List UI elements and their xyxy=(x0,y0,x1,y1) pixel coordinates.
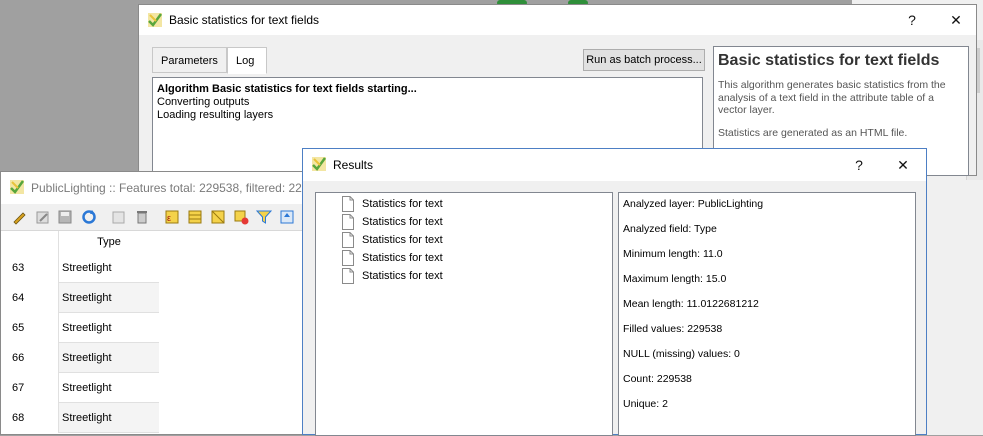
cell-type[interactable]: Streetlight xyxy=(58,343,159,373)
output-line: Analyzed field: Type xyxy=(623,223,717,235)
row-index: 64 xyxy=(12,292,25,304)
document-icon xyxy=(342,196,354,212)
dialog-titlebar: Basic statistics for text fields ? ✕ xyxy=(139,5,976,35)
results-dialog: Results ? ✕ Statistics for text Statisti… xyxy=(302,148,927,436)
invert-selection-icon[interactable] xyxy=(210,209,226,225)
results-titlebar: Results ? ✕ xyxy=(303,149,926,181)
row-index: 68 xyxy=(12,412,25,424)
cell-type[interactable]: Streetlight xyxy=(58,283,159,313)
list-item-label: Statistics for text xyxy=(362,234,443,246)
table-row[interactable]: 63 Streetlight xyxy=(1,253,159,283)
row-index: 63 xyxy=(12,262,25,274)
output-line: Analyzed layer: PublicLighting xyxy=(623,198,764,210)
table-row[interactable]: 66 Streetlight xyxy=(1,343,159,373)
output-line: Filled values: 229538 xyxy=(623,323,723,335)
document-icon xyxy=(342,268,354,284)
move-selection-top-icon[interactable] xyxy=(279,209,295,225)
row-index: 67 xyxy=(12,382,25,394)
output-line: Unique: 2 xyxy=(623,398,668,410)
save-icon[interactable] xyxy=(57,209,73,225)
row-index: 65 xyxy=(12,322,25,334)
qgis-icon xyxy=(10,180,25,194)
run-batch-button[interactable]: Run as batch process... xyxy=(583,49,705,71)
output-line: Minimum length: 11.0 xyxy=(623,248,723,260)
add-feature-icon[interactable] xyxy=(111,209,127,225)
pencil-icon[interactable] xyxy=(11,209,27,225)
deselect-icon[interactable] xyxy=(233,209,249,225)
column-header-row: Type xyxy=(1,231,159,253)
help-description: This algorithm generates basic statistic… xyxy=(718,79,946,116)
qgis-icon xyxy=(148,13,163,27)
document-icon xyxy=(342,250,354,266)
table-row[interactable]: 64 Streetlight xyxy=(1,283,159,313)
document-icon xyxy=(342,232,354,248)
list-item[interactable]: Statistics for text xyxy=(342,195,443,213)
log-line: Algorithm Basic statistics for text fiel… xyxy=(157,83,417,95)
list-item[interactable]: Statistics for text xyxy=(342,231,443,249)
cell-type[interactable]: Streetlight xyxy=(58,373,159,403)
list-item[interactable]: Statistics for text xyxy=(342,213,443,231)
list-item-label: Statistics for text xyxy=(362,252,443,264)
table-row[interactable]: 68 Streetlight xyxy=(1,403,159,433)
svg-text:ε: ε xyxy=(167,213,171,223)
list-item[interactable]: Statistics for text xyxy=(342,267,443,285)
results-title: Results xyxy=(333,158,374,172)
close-button[interactable]: ✕ xyxy=(945,9,967,31)
cell-type[interactable]: Streetlight xyxy=(58,253,159,283)
output-line: NULL (missing) values: 0 xyxy=(623,348,740,360)
help-button[interactable]: ? xyxy=(848,154,870,176)
cell-type[interactable]: Streetlight xyxy=(58,313,159,343)
row-index: 66 xyxy=(12,352,25,364)
qgis-icon xyxy=(312,157,327,171)
select-all-icon[interactable] xyxy=(187,209,203,225)
column-header-type[interactable]: Type xyxy=(58,231,159,253)
list-item-label: Statistics for text xyxy=(362,270,443,282)
results-output[interactable]: Analyzed layer: PublicLighting Analyzed … xyxy=(618,192,916,436)
results-list[interactable]: Statistics for text Statistics for text … xyxy=(315,192,613,436)
dialog-title: Basic statistics for text fields xyxy=(169,13,320,27)
tab-parameters[interactable]: Parameters xyxy=(152,47,227,73)
log-line: Loading resulting layers xyxy=(157,109,274,121)
multi-edit-icon[interactable] xyxy=(35,209,51,225)
attribute-table-window: PublicLighting :: Features total: 229538… xyxy=(0,171,320,435)
output-line: Maximum length: 15.0 xyxy=(623,273,727,285)
help-note: Statistics are generated as an HTML file… xyxy=(718,126,908,139)
attribute-rows: 63 Streetlight 64 Streetlight 65 Streetligh… xyxy=(1,253,159,433)
filter-icon[interactable] xyxy=(256,209,272,225)
cell-type[interactable]: Streetlight xyxy=(58,403,159,433)
delete-icon[interactable] xyxy=(134,209,150,225)
close-button[interactable]: ✕ xyxy=(892,154,914,176)
attribute-table-titlebar: PublicLighting :: Features total: 229538… xyxy=(1,172,320,204)
document-icon xyxy=(342,214,354,230)
attribute-table-title: PublicLighting :: Features total: 229538… xyxy=(31,181,302,195)
output-line: Count: 229538 xyxy=(623,373,692,385)
select-expression-icon[interactable]: ε xyxy=(164,209,180,225)
table-row[interactable]: 65 Streetlight xyxy=(1,313,159,343)
output-line: Mean length: 11.0122681212 xyxy=(623,298,759,310)
list-item-label: Statistics for text xyxy=(362,198,443,210)
help-button[interactable]: ? xyxy=(901,9,923,31)
list-item-label: Statistics for text xyxy=(362,216,443,228)
help-title: Basic statistics for text fields xyxy=(718,52,940,69)
tab-log[interactable]: Log xyxy=(227,47,267,74)
log-line: Converting outputs xyxy=(157,96,250,108)
table-row[interactable]: 67 Streetlight xyxy=(1,373,159,403)
reload-icon[interactable] xyxy=(81,209,97,225)
attribute-toolbar: ε xyxy=(1,204,320,231)
list-item[interactable]: Statistics for text xyxy=(342,249,443,267)
